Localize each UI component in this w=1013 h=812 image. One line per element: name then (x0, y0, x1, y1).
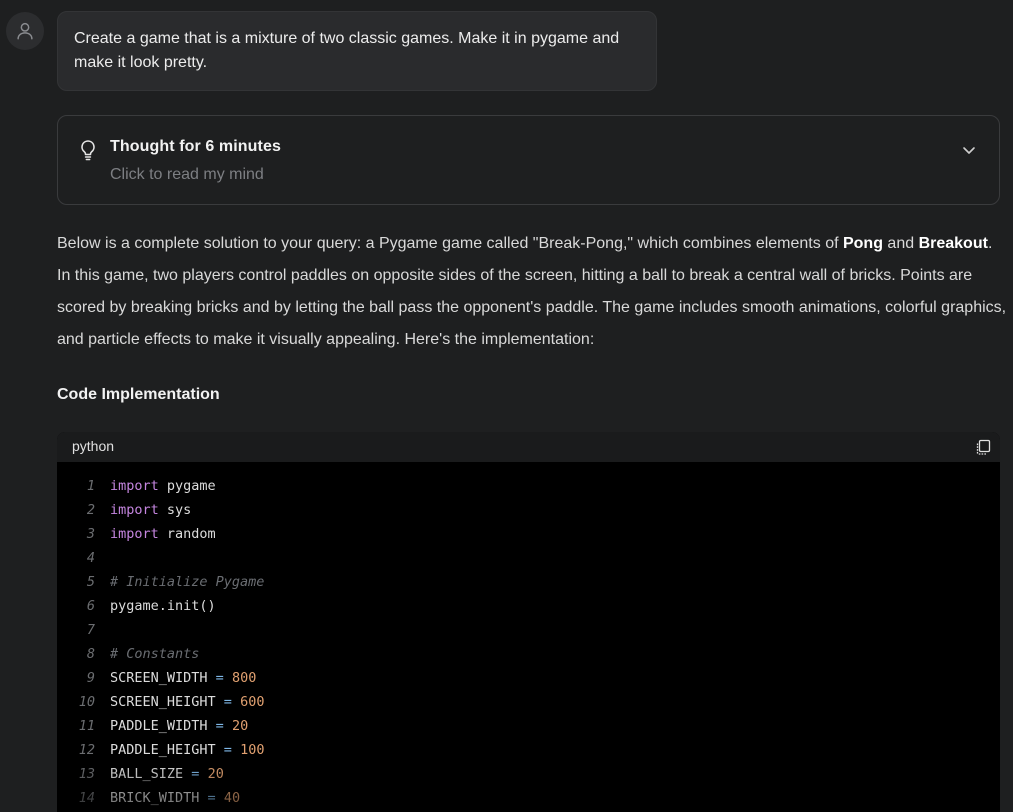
code-text: import random (110, 522, 216, 546)
code-token: = (215, 670, 224, 686)
thought-subtitle: Click to read my mind (110, 166, 264, 183)
code-line: 8 # Constants (57, 642, 1000, 666)
code-line: 3 import random (57, 522, 1000, 546)
code-text: import sys (110, 498, 191, 522)
line-number: 7 (86, 622, 95, 638)
line-number: 9 (86, 670, 95, 686)
code-line: 10 SCREEN_HEIGHT = 600 (57, 690, 1000, 714)
copy-icon (976, 439, 991, 455)
code-text: # Constants (110, 642, 199, 666)
line-number: 8 (86, 646, 95, 662)
code-token: 20 (231, 718, 249, 734)
code-token: BRICK_WIDTH (110, 790, 208, 806)
chat-page: Create a game that is a mixture of two c… (0, 0, 1013, 812)
assistant-answer: Below is a complete solution to your que… (57, 228, 1007, 356)
line-number: 6 (86, 598, 95, 614)
code-token: pygame.init() (110, 598, 216, 614)
line-number: 4 (86, 550, 95, 566)
code-text: # Initialize Pygame (110, 570, 264, 594)
code-text: pygame.init() (110, 594, 216, 618)
user-avatar (6, 12, 44, 50)
code-token: SCREEN_HEIGHT (110, 694, 224, 710)
code-token: = (215, 718, 224, 734)
code-token: PADDLE_WIDTH (110, 718, 216, 734)
code-token: 600 (240, 694, 265, 710)
code-token: import (110, 502, 159, 518)
code-token: 20 (207, 766, 224, 782)
code-line: 5 # Initialize Pygame (57, 570, 1000, 594)
thought-toggle[interactable]: Thought for 6 minutes Click to read my m… (57, 115, 1000, 205)
code-line: 2 import sys (57, 498, 1000, 522)
section-heading: Code Implementation (57, 386, 220, 403)
code-line: 6 pygame.init() (57, 594, 1000, 618)
code-block: python 1 import pygame 2 import sys 3 import … (57, 432, 1000, 812)
code-language: python (72, 438, 115, 454)
code-token: # Constants (110, 646, 200, 662)
user-icon (17, 22, 33, 40)
line-number: 2 (86, 502, 95, 518)
code-token: 40 (223, 790, 241, 806)
line-number: 14 (78, 790, 95, 806)
answer-text-1: Below is a complete solution to your que… (57, 235, 843, 252)
chevron-down-icon[interactable] (961, 142, 977, 158)
line-number: 3 (86, 526, 95, 542)
code-text: import pygame (110, 474, 216, 498)
code-token: = (207, 790, 216, 806)
code-line: 13 BALL_SIZE = 20 (57, 762, 1000, 786)
code-line: 11 PADDLE_WIDTH = 20 (57, 714, 1000, 738)
answer-bold-pong: Pong (842, 235, 883, 252)
line-number: 1 (86, 478, 95, 494)
code-body: 1 import pygame 2 import sys 3 import random 4… (57, 462, 1000, 810)
code-line: 14 BRICK_WIDTH = 40 (57, 786, 1000, 810)
code-header: python (57, 432, 1000, 462)
thought-title: Thought for 6 minutes (110, 138, 281, 155)
code-token: SCREEN_WIDTH (110, 670, 216, 686)
code-token: = (223, 742, 232, 758)
code-token: # Initialize Pygame (110, 574, 265, 590)
line-number: 13 (78, 766, 95, 782)
code-token: 800 (231, 670, 257, 686)
code-text: PADDLE_WIDTH = 20 (110, 714, 248, 738)
code-line: 1 import pygame (57, 474, 1000, 498)
line-number: 11 (78, 718, 95, 734)
code-text: SCREEN_WIDTH = 800 (110, 666, 256, 690)
code-text: BRICK_WIDTH = 40 (110, 786, 240, 810)
answer-text-2: and (882, 235, 919, 252)
code-token: sys (158, 502, 192, 518)
line-number: 10 (78, 694, 95, 710)
line-number: 5 (86, 574, 95, 590)
lightbulb-icon (81, 140, 95, 161)
copy-button[interactable] (973, 437, 993, 457)
code-token: 100 (240, 742, 265, 758)
code-token: BALL_SIZE (110, 766, 192, 782)
code-token: = (223, 694, 232, 710)
code-line: 7 (57, 618, 1000, 642)
code-token: import (110, 478, 159, 494)
user-message: Create a game that is a mixture of two c… (57, 11, 657, 91)
code-line: 9 SCREEN_WIDTH = 800 (57, 666, 1000, 690)
code-token: import (110, 526, 159, 542)
code-text: PADDLE_HEIGHT = 100 (110, 738, 264, 762)
code-line: 4 (57, 546, 1000, 570)
code-line: 12 PADDLE_HEIGHT = 100 (57, 738, 1000, 762)
code-token: pygame (158, 478, 216, 494)
answer-bold-breakout: Breakout (918, 235, 988, 252)
line-number: 12 (78, 742, 95, 758)
code-text: BALL_SIZE = 20 (110, 762, 224, 786)
code-text: SCREEN_HEIGHT = 600 (110, 690, 264, 714)
code-token: PADDLE_HEIGHT (110, 742, 224, 758)
code-token: random (158, 526, 216, 542)
